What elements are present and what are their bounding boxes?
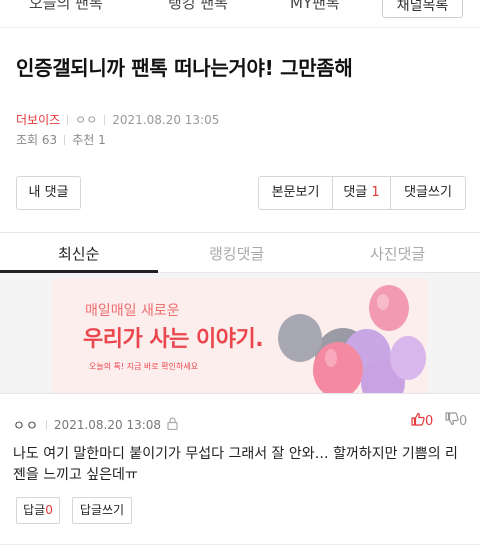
balloons-illustration [278,285,426,393]
channel-link[interactable]: 더보이즈 [16,113,60,127]
ad-banner[interactable]: 매일매일 새로운 우리가 사는 이야기. 오늘의 톡! 지금 바로 확인하세요 [53,278,427,393]
downvote-count: 0 [459,413,468,429]
tab-ranking-comments[interactable]: 랭킹댓글 [209,243,264,264]
comment-text: 나도 여기 말한마디 붙이기가 무섭다 그래서 잘 안와… 할꺼하지만 기쁨의 … [13,446,458,483]
reply-count: 0 [45,503,53,517]
write-comment-button[interactable]: 댓글쓰기 [391,177,465,209]
tab-today-fantalk[interactable]: 오늘의 팬톡 [29,0,103,13]
comment-datetime: 2021.08.20 13:08 [53,417,162,432]
divider [104,115,106,125]
post-datetime: 2021.08.20 13:05 [112,113,220,127]
comment-bottom-divider [0,544,480,545]
divider [67,115,69,125]
tab-ranking-fantalk[interactable]: 랭킹 팬톡 [168,0,228,13]
divider [64,135,66,145]
comment-divider [0,393,480,394]
channel-list-button[interactable]: 채널목록 [382,0,463,18]
divider [45,419,47,430]
comment-tabs: 최신순 랭킹댓글 사진댓글 [0,233,480,273]
tab-photo-comments[interactable]: 사진댓글 [370,243,425,264]
comments-button[interactable]: 댓글 1 [333,177,391,209]
comments-count: 1 [371,185,380,200]
tab-my-fantalk[interactable]: MY팬톡 [290,0,340,13]
comment-meta: ㅇㅇ 2021.08.20 13:08 [13,415,178,434]
post-meta: 더보이즈 ㅇㅇ 2021.08.20 13:05 [16,111,219,128]
my-comments-button[interactable]: 내 댓글 [16,176,81,210]
views-label: 조회 [16,133,39,147]
recommend-label: 추천 [72,133,95,147]
write-reply-button[interactable]: 답글쓰기 [72,497,132,524]
tab-latest[interactable]: 최신순 [58,243,99,264]
views-count: 63 [41,133,58,147]
upvote-button[interactable]: 0 [411,412,433,430]
top-nav: 오늘의 팬톡 랭킹 팬톡 MY팬톡 채널목록 [0,0,480,28]
downvote-button[interactable]: 0 [445,412,467,430]
thumbs-down-icon [445,412,459,430]
view-body-button[interactable]: 본문보기 [259,177,333,209]
reply-label: 답글 [23,503,46,517]
lock-icon [167,416,178,433]
post-action-group: 본문보기 댓글 1 댓글쓰기 [258,176,466,210]
post-stats: 조회 63 추천 1 [16,131,106,148]
reply-button[interactable]: 답글0 [16,497,60,524]
recommend-count: 1 [98,133,106,147]
post-title: 인증갤되니까 팬톡 떠나는거야! 그만좀해 [16,56,353,80]
thumbs-up-icon [411,412,425,430]
post-author: ㅇㅇ [75,113,98,127]
upvote-count: 0 [425,413,434,429]
comment-author: ㅇㅇ [13,419,39,434]
comments-label: 댓글 [343,185,368,200]
